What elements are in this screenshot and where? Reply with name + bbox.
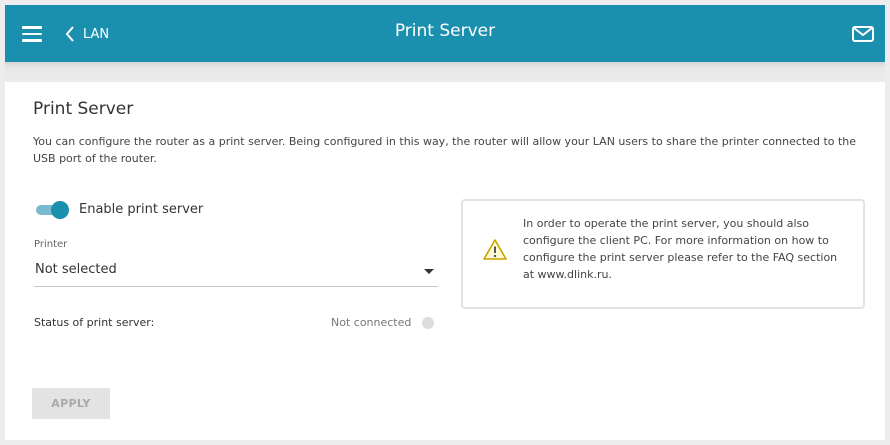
info-text: In order to operate the print server, yo… [523, 217, 838, 281]
info-box: In order to operate the print server, yo… [461, 199, 865, 309]
status-indicator-icon [422, 317, 434, 329]
apply-button[interactable]: APPLY [32, 388, 110, 419]
printer-field-label: Printer [34, 239, 68, 250]
mail-icon[interactable] [852, 26, 874, 46]
warning-icon [483, 239, 507, 260]
section-title: Print Server [33, 99, 134, 119]
section-description: You can configure the router as a print … [33, 135, 857, 165]
header-shadow-strip [5, 62, 885, 82]
enable-print-server-toggle[interactable] [34, 201, 69, 219]
top-bar: LAN Print Server [5, 5, 885, 62]
content-panel: Print Server You can configure the route… [5, 82, 885, 440]
enable-print-server-label: Enable print server [79, 202, 204, 217]
printer-select[interactable]: Not selected [34, 258, 438, 287]
status-value: Not connected [331, 316, 412, 329]
caret-down-icon [424, 269, 434, 274]
printer-select-value: Not selected [35, 262, 117, 277]
page-title: Print Server [394, 21, 496, 41]
status-label: Status of print server: [34, 316, 155, 329]
